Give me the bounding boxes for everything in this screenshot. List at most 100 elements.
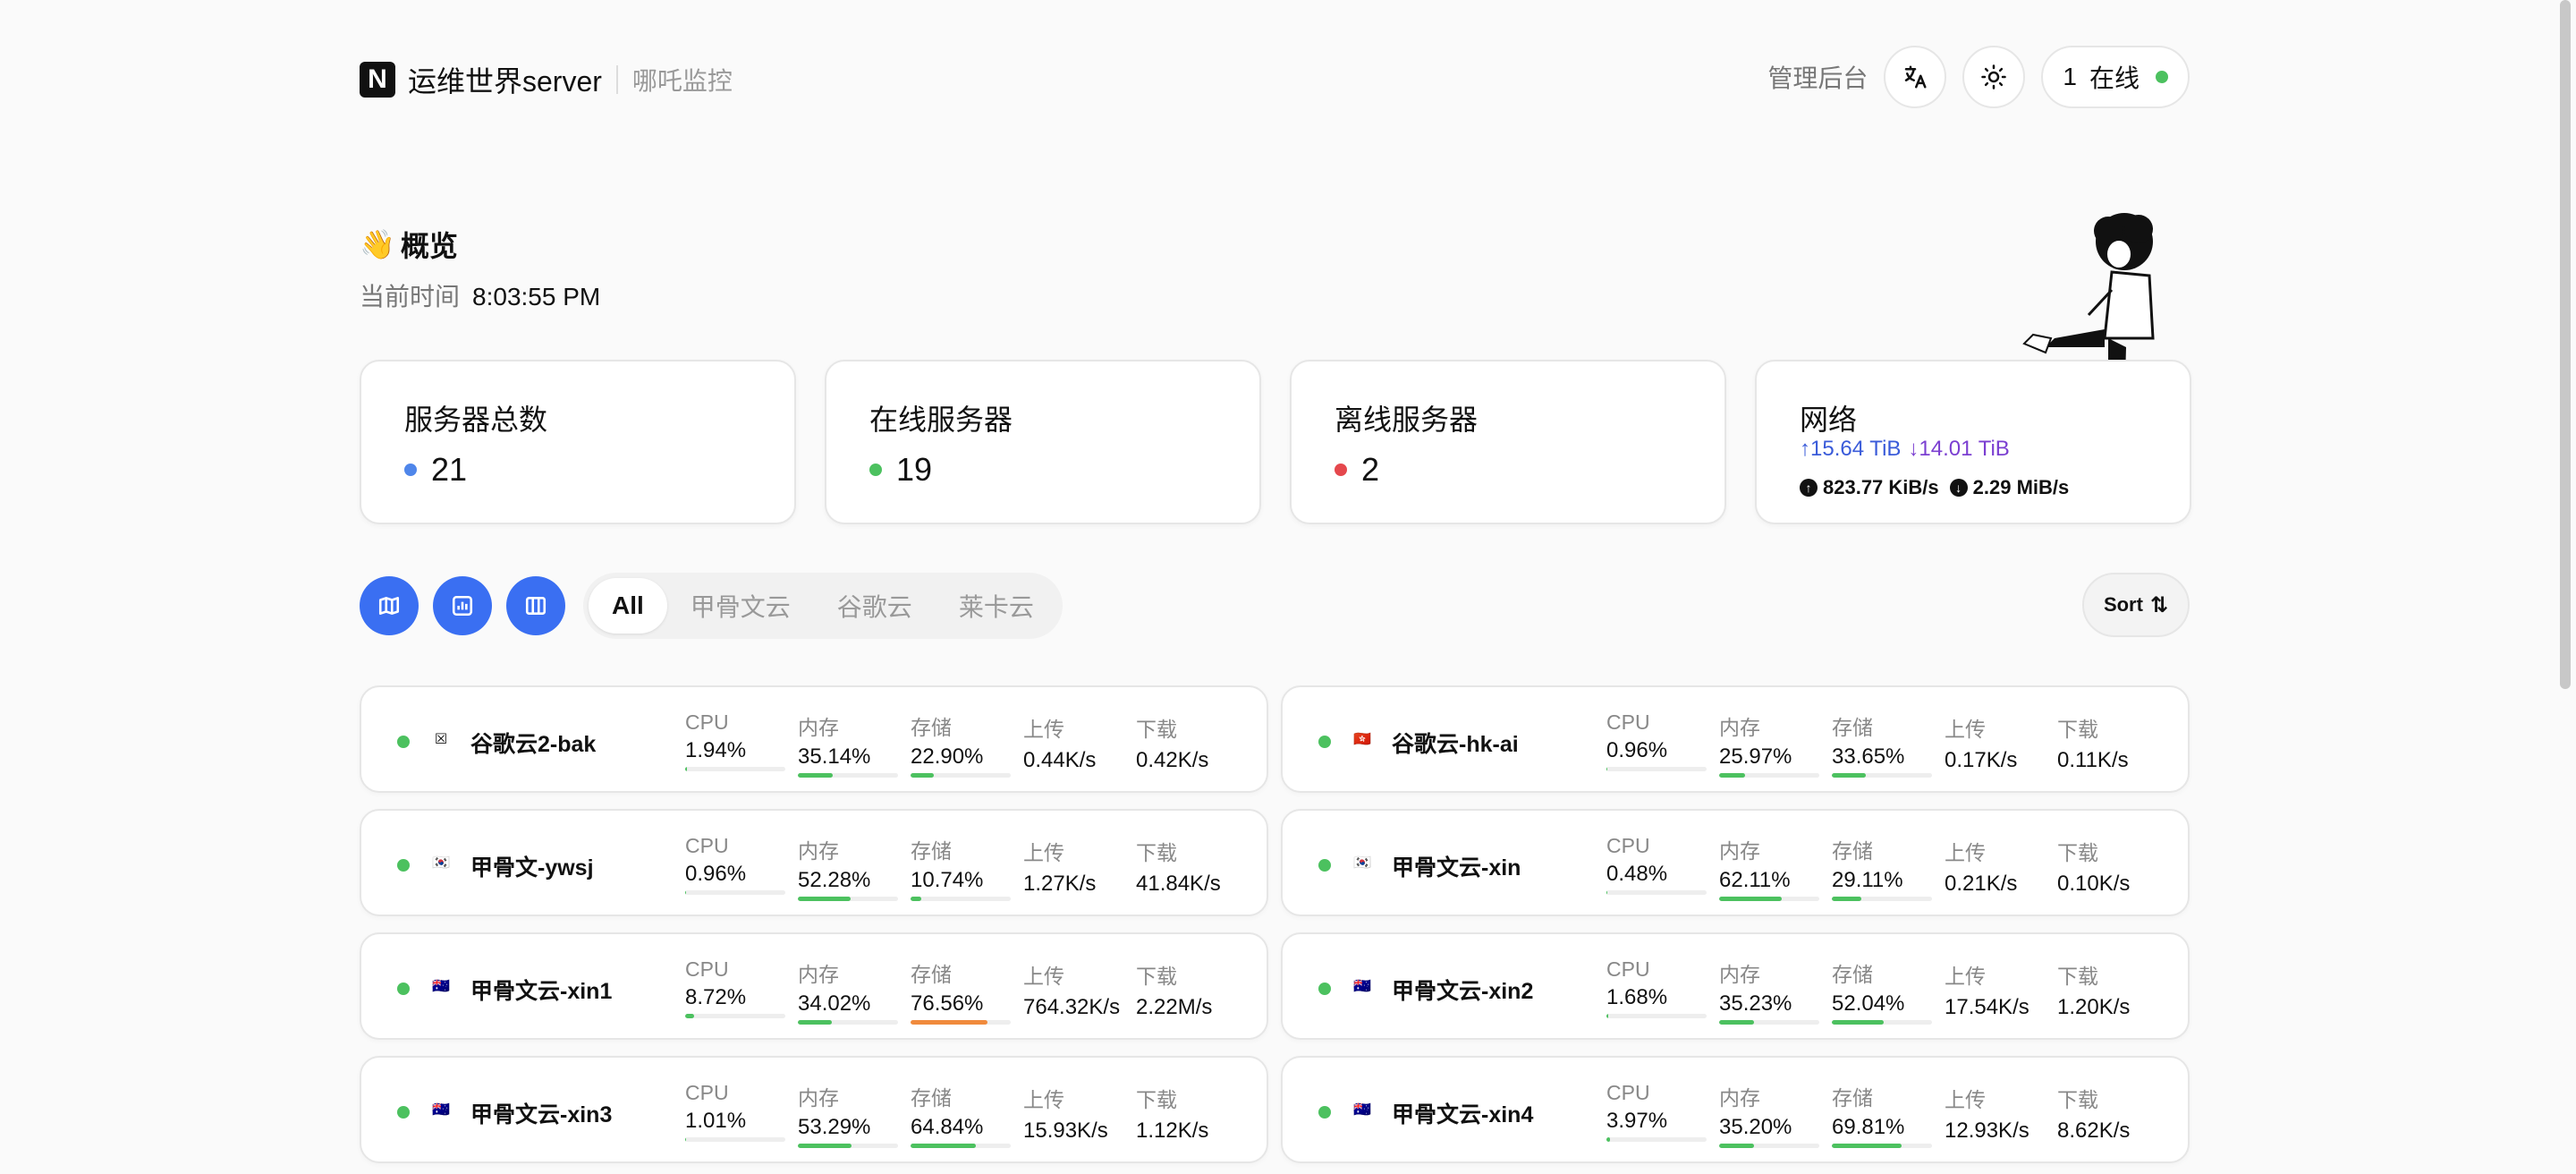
tab-oracle-cloud[interactable]: 甲骨文云 bbox=[667, 578, 814, 634]
online-servers-card[interactable]: 在线服务器 19 bbox=[825, 360, 1261, 524]
metric-disk-bar-fill bbox=[1832, 773, 1866, 778]
metric-disk-bar bbox=[1832, 897, 1932, 901]
metric-mem-value: 62.11% bbox=[1719, 868, 1791, 892]
metric-mem: 内存 25.97% bbox=[1719, 710, 1819, 778]
tab-all[interactable]: All bbox=[589, 578, 667, 634]
map-view-button[interactable] bbox=[360, 576, 419, 635]
offline-servers-card[interactable]: 离线服务器 2 bbox=[1290, 360, 1726, 524]
server-name: 谷歌云-hk-ai bbox=[1392, 732, 1519, 757]
server-card[interactable]: 🇰🇷 甲骨文-ywsj CPU 0.96% 内存 52.28% 存储 10.74% 上传 1.27… bbox=[360, 809, 1268, 916]
server-flag-icon: 🇦🇺 bbox=[432, 1102, 450, 1118]
grid-view-button[interactable] bbox=[506, 576, 565, 635]
metric-mem-label: 内存 bbox=[1719, 839, 1760, 863]
metric-cpu-value: 0.96% bbox=[685, 862, 747, 886]
metric-down-label: 下载 bbox=[2057, 718, 2098, 741]
metric-mem-bar-fill bbox=[1719, 1144, 1755, 1148]
metric-cpu: CPU 3.97% bbox=[1606, 1081, 1707, 1142]
server-card[interactable]: 🇦🇺 甲骨文云-xin1 CPU 8.72% 内存 34.02% 存储 76.56% 上传 764… bbox=[360, 932, 1268, 1040]
tab-google-cloud[interactable]: 谷歌云 bbox=[814, 578, 936, 634]
offline-servers-value-row: 2 bbox=[1335, 451, 1379, 489]
sun-icon bbox=[1981, 64, 2007, 89]
total-servers-card[interactable]: 服务器总数 21 bbox=[360, 360, 796, 524]
metric-down: 下载 0.10K/s bbox=[2057, 836, 2130, 897]
metric-cpu-bar-fill bbox=[685, 890, 687, 895]
chart-view-button[interactable] bbox=[433, 576, 492, 635]
metric-mem: 内存 34.02% bbox=[798, 957, 898, 1025]
network-card[interactable]: 网络 ↑15.64 TiB ↓14.01 TiB ↑ 823.77 KiB/s ↓… bbox=[1755, 360, 2191, 524]
admin-link[interactable]: 管理后台 bbox=[1767, 59, 1868, 95]
server-card[interactable]: 🇦🇺 甲骨文云-xin2 CPU 1.68% 内存 35.23% 存储 52.04% 上传 17.… bbox=[1281, 932, 2190, 1040]
metric-mem-value: 35.20% bbox=[1719, 1115, 1792, 1139]
metric-mem-value: 35.14% bbox=[798, 744, 871, 769]
total-servers-value-row: 21 bbox=[404, 451, 467, 489]
site-subtitle: 哪吒监控 bbox=[631, 67, 733, 95]
metric-mem-value: 35.23% bbox=[1719, 991, 1792, 1016]
server-name: 甲骨文云-xin1 bbox=[470, 979, 613, 1004]
metric-cpu-value: 0.48% bbox=[1606, 862, 1668, 886]
server-card[interactable]: 🇦🇺 甲骨文云-xin3 CPU 1.01% 内存 53.29% 存储 64.84% 上传 15.… bbox=[360, 1056, 1268, 1163]
network-totals: ↑15.64 TiB ↓14.01 TiB bbox=[1800, 437, 2010, 462]
tab-laika-cloud[interactable]: 莱卡云 bbox=[936, 578, 1057, 634]
network-speed-up: 823.77 KiB/s bbox=[1823, 476, 1939, 498]
metric-cpu-label: CPU bbox=[1606, 957, 1650, 981]
metric-disk-bar bbox=[1832, 773, 1932, 778]
metric-cpu-label: CPU bbox=[1606, 710, 1650, 734]
metric-up-value: 15.93K/s bbox=[1023, 1119, 1108, 1143]
theme-toggle-button[interactable] bbox=[1962, 46, 2026, 108]
filter-toolbar: All 甲骨文云 谷歌云 莱卡云 Sort ⇅ bbox=[360, 573, 2190, 639]
overview-title-text: 概览 bbox=[400, 230, 458, 262]
metric-disk-label: 存储 bbox=[911, 963, 952, 986]
metric-mem: 内存 53.29% bbox=[798, 1081, 898, 1148]
online-label: 在线 bbox=[2089, 64, 2140, 92]
scrollbar[interactable] bbox=[2560, 0, 2571, 689]
metric-cpu: CPU 1.68% bbox=[1606, 957, 1707, 1018]
metric-mem-label: 内存 bbox=[798, 1086, 839, 1110]
columns-icon bbox=[525, 597, 547, 615]
server-card[interactable]: 🇦🇺 甲骨文云-xin4 CPU 3.97% 内存 35.20% 存储 69.81% 上传 12.… bbox=[1281, 1056, 2190, 1163]
server-flag-icon: 🇦🇺 bbox=[432, 979, 450, 994]
metric-cpu-value: 3.97% bbox=[1606, 1109, 1668, 1133]
metric-up-label: 上传 bbox=[1945, 1088, 1986, 1111]
online-users-pill[interactable]: 1 在线 bbox=[2041, 46, 2190, 108]
top-nav: N 运维世界server 哪吒监控 管理后台 1 在线 bbox=[360, 45, 2190, 109]
network-total-down: ↓14.01 TiB bbox=[1908, 437, 2010, 461]
server-name: 甲骨文云-xin3 bbox=[470, 1102, 613, 1127]
metric-mem-label: 内存 bbox=[1719, 1086, 1760, 1110]
network-total-up: ↑15.64 TiB bbox=[1800, 437, 1902, 461]
brand[interactable]: N 运维世界server 哪吒监控 bbox=[360, 59, 733, 100]
metric-mem-bar-fill bbox=[798, 773, 834, 778]
metric-disk-bar bbox=[911, 897, 1011, 901]
server-name: 甲骨文云-xin bbox=[1392, 855, 1521, 880]
metric-disk-bar-fill bbox=[911, 897, 922, 901]
logo: N bbox=[360, 62, 395, 98]
server-card[interactable]: 🇭🇰 谷歌云-hk-ai CPU 0.96% 内存 25.97% 存储 33.65% 上传 0.1… bbox=[1281, 685, 2190, 793]
metric-mem-label: 内存 bbox=[798, 839, 839, 863]
metric-up-label: 上传 bbox=[1023, 718, 1064, 741]
sort-label: Sort bbox=[2103, 593, 2143, 616]
metric-down-label: 下载 bbox=[2057, 841, 2098, 864]
metric-disk-bar-fill bbox=[1832, 1144, 1902, 1148]
server-status-dot bbox=[1318, 1106, 1331, 1119]
sort-button[interactable]: Sort ⇅ bbox=[2082, 573, 2190, 637]
online-status-dot bbox=[2156, 71, 2168, 83]
metric-cpu-bar-fill bbox=[685, 1137, 687, 1142]
metric-cpu: CPU 0.96% bbox=[1606, 710, 1707, 771]
server-name: 甲骨文-ywsj bbox=[470, 855, 594, 880]
metric-mem: 内存 35.23% bbox=[1719, 957, 1819, 1025]
server-card[interactable]: 🇰🇷 甲骨文云-xin CPU 0.48% 内存 62.11% 存储 29.11% 上传 0.21… bbox=[1281, 809, 2190, 916]
language-button[interactable] bbox=[1884, 46, 1947, 108]
metric-cpu-value: 1.68% bbox=[1606, 985, 1668, 1009]
server-status-dot bbox=[397, 983, 410, 995]
metric-down-value: 2.22M/s bbox=[1136, 995, 1213, 1019]
metric-mem-bar-fill bbox=[798, 1020, 833, 1025]
header-actions: 管理后台 1 在线 bbox=[1767, 45, 2190, 109]
server-flag-icon: 🇰🇷 bbox=[1353, 855, 1371, 871]
network-speed-down: 2.29 MiB/s bbox=[1972, 476, 2070, 498]
metric-disk-label: 存储 bbox=[911, 839, 952, 863]
metric-up: 上传 17.54K/s bbox=[1945, 959, 2029, 1020]
metric-cpu: CPU 0.96% bbox=[685, 834, 785, 895]
server-card[interactable]: ☒ 谷歌云2-bak CPU 1.94% 内存 35.14% 存储 22.90% 上传 0.44K… bbox=[360, 685, 1268, 793]
translate-icon bbox=[1905, 65, 1927, 89]
metric-disk: 存储 10.74% bbox=[911, 834, 1011, 901]
site-title: 运维世界server bbox=[408, 65, 602, 98]
